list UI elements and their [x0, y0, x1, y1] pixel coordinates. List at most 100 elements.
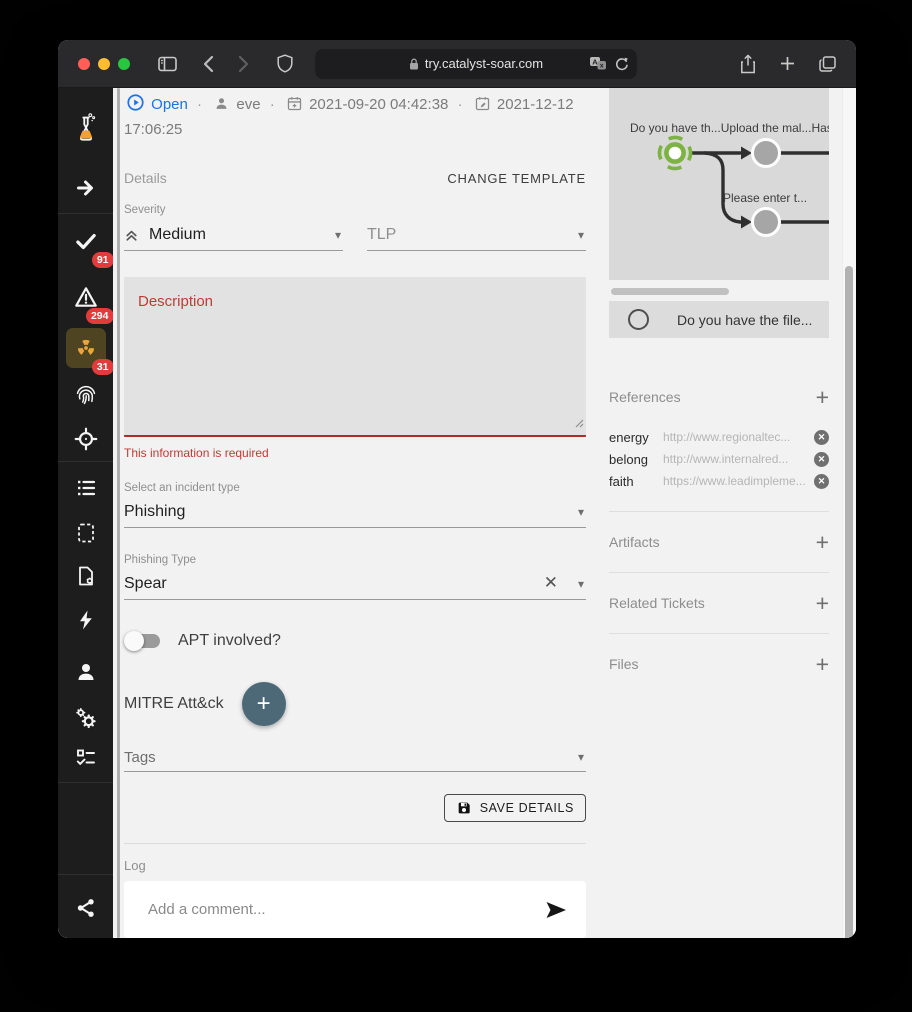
playbook-hscrollbar[interactable]	[611, 288, 729, 295]
reload-icon[interactable]	[614, 56, 629, 71]
sidebar-item-draft-file-icon[interactable]	[66, 513, 106, 553]
page-scrollbar-track[interactable]	[842, 88, 856, 938]
sidebar-toggle-icon[interactable]	[158, 56, 177, 72]
clear-value-icon[interactable]: ✕	[544, 573, 558, 593]
sidebar-item-forward-icon[interactable]	[66, 168, 106, 208]
sidebar-item-settings-gears-icon[interactable]	[66, 698, 106, 738]
change-template-button[interactable]: CHANGE TEMPLATE	[447, 171, 586, 186]
node-label: Please enter t...	[723, 191, 807, 205]
reference-name: energy	[609, 430, 663, 445]
playbook-start-node	[655, 133, 696, 174]
left-pane-scrollbar[interactable]	[117, 88, 120, 938]
sidebar-item-alert-icon[interactable]: 294	[66, 277, 106, 317]
share-icon[interactable]	[740, 54, 756, 74]
remove-reference-icon[interactable]: ✕	[814, 430, 829, 445]
severity-select[interactable]: Medium ▾	[124, 220, 343, 251]
safari-window: try.catalyst-soar.com Ax	[58, 40, 856, 938]
chevron-down-icon: ▾	[578, 750, 584, 764]
save-details-button[interactable]: SAVE DETAILS	[444, 794, 586, 822]
mitre-label: MITRE Att&ck	[124, 695, 224, 713]
task-radio-icon[interactable]	[628, 309, 649, 330]
severity-label: Severity	[124, 204, 586, 216]
save-details-label: SAVE DETAILS	[480, 801, 574, 815]
add-reference-button[interactable]: +	[816, 387, 829, 407]
zoom-window-button[interactable]	[118, 58, 130, 70]
reference-row: energy http://www.regionaltec... ✕	[609, 426, 829, 448]
playbook-task-item[interactable]: Do you have the file...	[609, 301, 829, 338]
check-count-badge: 91	[92, 252, 114, 269]
url-text: try.catalyst-soar.com	[425, 56, 543, 71]
log-title: Log	[124, 858, 586, 873]
add-file-button[interactable]: +	[816, 654, 829, 674]
add-related-ticket-button[interactable]: +	[816, 593, 829, 613]
send-comment-icon[interactable]	[544, 900, 568, 920]
node-label: Do you have th...	[630, 121, 721, 135]
sidebar-item-list-icon[interactable]	[66, 468, 106, 508]
description-error: This information is required	[124, 446, 586, 460]
reference-url[interactable]: http://www.internalred...	[663, 452, 808, 466]
sidebar-divider	[58, 461, 113, 462]
files-title: Files	[609, 656, 639, 672]
save-disk-icon	[456, 800, 472, 816]
playbook-node-labels: Do you have th... Upload the mal... Has	[630, 121, 829, 135]
remove-reference-icon[interactable]: ✕	[814, 452, 829, 467]
panel-divider	[609, 633, 829, 634]
resize-handle-icon[interactable]	[573, 415, 584, 433]
sidebar-item-tasks-icon[interactable]	[66, 738, 106, 778]
url-bar[interactable]: try.catalyst-soar.com Ax	[315, 49, 637, 79]
task-label: Do you have the file...	[677, 312, 812, 328]
status-open-icon	[126, 93, 145, 112]
tab-overview-icon[interactable]	[819, 56, 836, 72]
sidebar-item-target-icon[interactable]	[66, 419, 106, 459]
sidebar-item-file-settings-icon[interactable]	[66, 556, 106, 596]
translate-icon[interactable]: Ax	[589, 56, 607, 71]
sidebar-item-fingerprint-icon[interactable]	[66, 375, 106, 415]
reference-name: faith	[609, 474, 663, 489]
reference-url[interactable]: http://www.regionaltec...	[663, 430, 808, 444]
sidebar-item-users-icon[interactable]	[66, 652, 106, 692]
sidebar-item-automation-bolt-icon[interactable]	[66, 600, 106, 640]
node-label: Has	[811, 121, 829, 135]
incident-count-badge: 31	[92, 359, 114, 376]
playbook-node	[753, 140, 780, 167]
ticket-pane: Open · eve · 2021-09-20 04:42:38 · 2021-…	[113, 88, 856, 938]
ticket-status[interactable]: Open	[151, 96, 188, 113]
new-tab-icon[interactable]	[780, 56, 795, 71]
svg-text:A: A	[592, 57, 598, 66]
add-mitre-button[interactable]: +	[242, 682, 286, 726]
reference-row: faith https://www.leadimpleme... ✕	[609, 470, 829, 492]
chevron-down-icon: ▾	[335, 228, 341, 242]
panel-divider	[609, 511, 829, 512]
close-window-button[interactable]	[78, 58, 90, 70]
sidebar-item-incidents-icon[interactable]: 31	[66, 328, 106, 368]
browser-toolbar: try.catalyst-soar.com Ax	[58, 40, 856, 88]
app-logo-flask-icon[interactable]	[66, 108, 106, 148]
ticket-side-column: Do you have th... Upload the mal... Has …	[609, 88, 829, 675]
sidebar-divider	[58, 213, 113, 214]
playbook-graph[interactable]: Do you have th... Upload the mal... Has …	[609, 88, 829, 280]
playbook-edges	[609, 88, 829, 280]
remove-reference-icon[interactable]: ✕	[814, 474, 829, 489]
comment-input[interactable]	[124, 900, 544, 919]
tags-select[interactable]: Tags ▾	[124, 744, 586, 772]
apt-toggle[interactable]	[127, 634, 160, 648]
sidebar-item-share-icon[interactable]	[66, 888, 106, 928]
minimize-window-button[interactable]	[98, 58, 110, 70]
apt-label: APT involved?	[178, 632, 281, 650]
ticket-owner: eve	[236, 96, 260, 113]
phishing-type-label: Phishing Type	[124, 554, 586, 566]
description-textarea[interactable]: Description	[124, 277, 586, 437]
incident-type-select[interactable]: Phishing ▾	[124, 497, 586, 528]
tlp-select[interactable]: TLP ▾	[367, 220, 586, 251]
sidebar-item-check-icon[interactable]: 91	[66, 221, 106, 261]
privacy-shield-icon[interactable]	[277, 54, 293, 73]
page-scrollbar-thumb[interactable]	[845, 266, 853, 938]
forward-icon[interactable]	[238, 55, 249, 73]
add-artifact-button[interactable]: +	[816, 532, 829, 552]
created-timestamp: 2021-09-20 04:42:38	[309, 96, 448, 113]
reference-url[interactable]: https://www.leadimpleme...	[663, 474, 808, 488]
phishing-type-select[interactable]: Spear ✕ ▾	[124, 569, 586, 600]
back-icon[interactable]	[203, 55, 214, 73]
apt-toggle-knob[interactable]	[124, 631, 144, 651]
created-date-icon	[286, 95, 303, 112]
